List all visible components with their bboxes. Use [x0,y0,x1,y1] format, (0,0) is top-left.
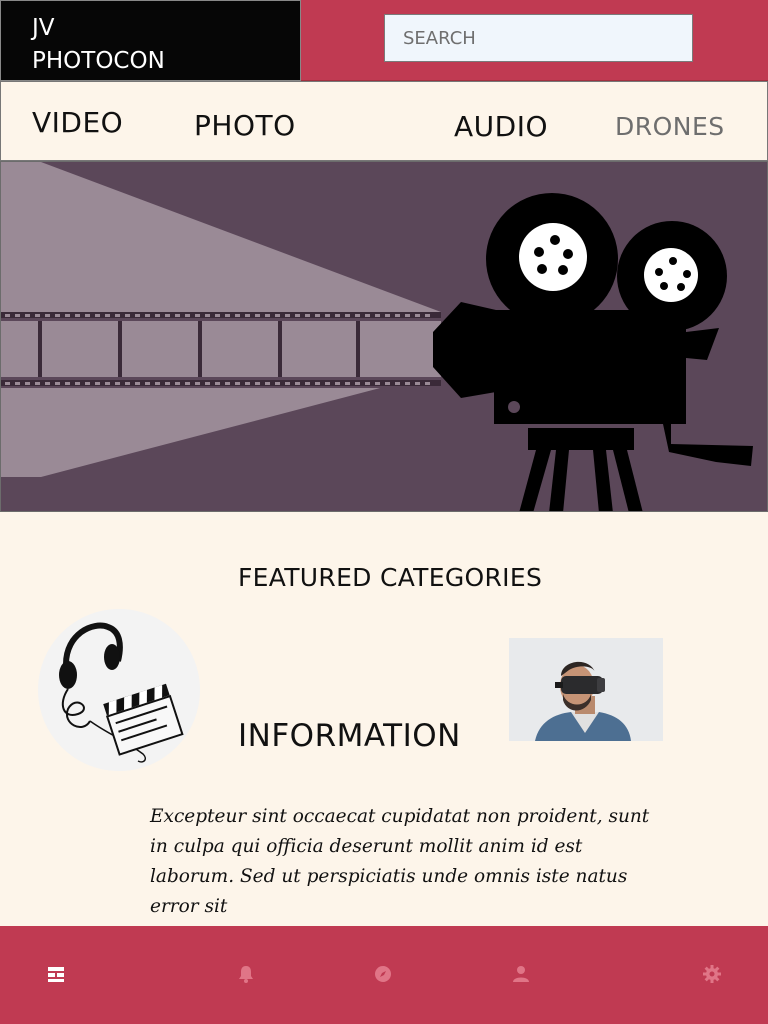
user-icon [513,966,529,982]
nav-item-audio[interactable]: AUDIO [454,110,548,143]
brand-logo[interactable]: JV PHOTOCON [0,0,301,81]
nav-item-photo[interactable]: PHOTO [194,109,296,142]
top-bar [301,0,768,81]
tab-dashboard[interactable] [46,964,68,986]
compass-icon [375,966,391,982]
brand-line-2: PHOTOCON [32,48,165,74]
app-screen: JV PHOTOCON VIDEO PHOTO AUDIO DRONES [0,0,768,1024]
movie-camera-icon [1,162,753,511]
nav-item-video[interactable]: VIDEO [32,106,123,139]
tab-settings[interactable] [702,964,724,986]
information-title: INFORMATION [238,718,461,754]
tab-profile[interactable] [511,964,533,986]
bottom-tab-bar [0,926,768,1024]
featured-categories-title: FEATURED CATEGORIES [238,563,543,592]
dashboard-icon [48,967,64,982]
hero-banner [0,161,768,512]
headphones-clapperboard-image [38,609,200,771]
tab-explore[interactable] [373,964,395,986]
brand-line-1: JV [32,15,55,41]
category-thumbnail-vr[interactable] [509,638,663,741]
vr-headset-person-image [509,638,663,741]
tab-notifications[interactable] [236,964,258,986]
category-thumbnail-audio-video[interactable] [38,609,200,771]
category-nav: VIDEO PHOTO AUDIO DRONES [0,81,768,161]
bell-icon [239,966,253,983]
nav-item-drones[interactable]: DRONES [615,112,725,141]
information-text: Excepteur sint occaecat cupidatat non pr… [150,806,650,917]
gear-icon [703,965,721,983]
search-input[interactable] [384,14,693,62]
